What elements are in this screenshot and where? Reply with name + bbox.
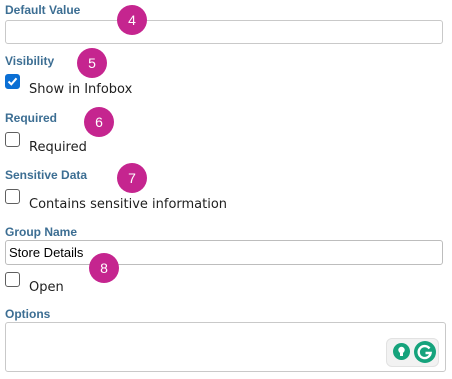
sensitive-data-checkbox[interactable] [5, 189, 20, 204]
default-value-label: Default Value [5, 3, 81, 17]
step-badge-6: 6 [84, 107, 114, 137]
step-badge-5: 5 [77, 48, 107, 78]
step-badge-7: 7 [117, 163, 147, 193]
grammarly-icon[interactable] [414, 341, 436, 363]
open-checkbox-label: Open [29, 280, 64, 295]
sensitive-data-checkbox-label: Contains sensitive information [29, 197, 228, 212]
required-checkbox[interactable] [5, 132, 20, 147]
required-checkbox-label: Required [29, 140, 87, 155]
step-badge-4: 4 [117, 5, 147, 35]
open-checkbox[interactable] [5, 272, 20, 287]
options-textarea[interactable] [5, 322, 446, 372]
checkmark-icon [7, 77, 18, 86]
visibility-label: Visibility [5, 54, 55, 68]
group-name-label: Group Name [5, 225, 78, 239]
group-name-input[interactable] [5, 240, 443, 265]
required-label: Required [5, 111, 58, 125]
step-badge-8: 8 [89, 253, 119, 283]
show-in-infobox-label: Show in Infobox [29, 82, 133, 97]
sensitive-data-label: Sensitive Data [5, 168, 88, 182]
default-value-input[interactable] [5, 20, 443, 44]
show-in-infobox-checkbox[interactable] [5, 74, 20, 89]
options-label: Options [5, 307, 51, 321]
lightbulb-icon[interactable] [393, 343, 410, 360]
